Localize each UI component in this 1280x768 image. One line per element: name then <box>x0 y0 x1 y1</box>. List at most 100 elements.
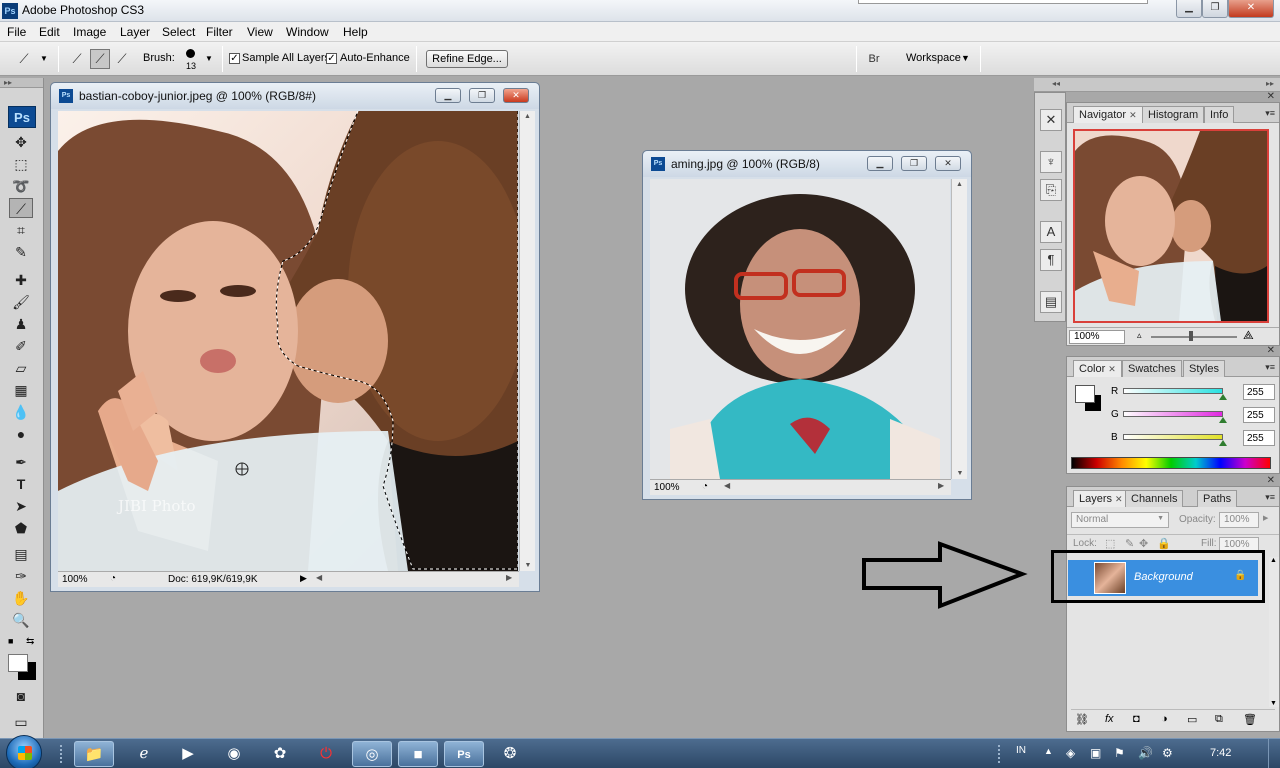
zoom-out-icon[interactable]: ▵ <box>1137 330 1142 341</box>
status-options-icon[interactable]: ◔ <box>702 481 708 492</box>
tool-preset-dropdown-arrow-icon[interactable]: ▼ <box>40 54 48 63</box>
red-channel-value[interactable]: 255 <box>1243 384 1275 400</box>
hand-tool-icon[interactable]: ✋ <box>9 588 33 608</box>
tools-panel-grip[interactable]: ▸▸ <box>0 78 43 88</box>
layer-style-icon[interactable]: fx <box>1105 713 1114 725</box>
expand-dock-icon[interactable]: ▸▸ <box>1266 79 1274 88</box>
clone-stamp-tool-icon[interactable]: ♟ <box>9 314 33 334</box>
pen-tool-icon[interactable]: ✒ <box>9 452 33 472</box>
explorer-taskbar-button[interactable]: 📁 <box>74 741 114 767</box>
tab-styles[interactable]: Styles <box>1183 360 1225 377</box>
add-to-selection-mode-icon[interactable]: ⟋ <box>90 49 110 69</box>
red-channel-slider[interactable] <box>1123 388 1223 394</box>
shape-tool-icon[interactable]: ⬟ <box>9 518 33 538</box>
lock-transparency-icon[interactable]: ⬚ <box>1105 537 1115 550</box>
document-maximize-button[interactable]: ❐ <box>469 88 495 103</box>
document-canvas[interactable] <box>650 179 950 479</box>
tab-channels[interactable]: Channels <box>1125 490 1184 507</box>
power-app-taskbar-button[interactable]: ⏻ <box>306 741 346 767</box>
collapse-dock-icon[interactable]: ◂◂ <box>1052 79 1060 88</box>
document-maximize-button[interactable]: ❐ <box>901 156 927 171</box>
sample-all-layers-checkbox[interactable]: ✓ <box>229 53 240 64</box>
link-layers-icon[interactable]: ⛓ <box>1075 713 1089 726</box>
document-vertical-scrollbar[interactable]: ▲ ▼ <box>519 111 535 571</box>
layer-comps-icon[interactable]: ▤ <box>1040 291 1062 313</box>
menu-filter[interactable]: Filter <box>206 25 233 39</box>
quick-mask-mode-icon[interactable]: ◙ <box>9 686 33 706</box>
panel-close-icon[interactable]: ✕ <box>1267 345 1275 356</box>
swap-colors-icon[interactable]: ⇆ <box>26 636 34 647</box>
panel-close-icon[interactable]: ✕ <box>1267 475 1275 486</box>
menu-file[interactable]: File <box>7 25 26 39</box>
tab-navigator[interactable]: Navigator ✕ <box>1073 106 1143 123</box>
device-tray-icon[interactable]: ⚙ <box>1162 746 1173 760</box>
type-tool-icon[interactable]: T <box>9 474 33 494</box>
history-brush-tool-icon[interactable]: ✐ <box>9 336 33 356</box>
blend-mode-select[interactable]: Normal ▼ <box>1071 512 1169 528</box>
slice-tool-icon[interactable]: ✎ <box>9 242 33 262</box>
quick-selection-tool-icon[interactable]: ⟋ <box>9 198 33 218</box>
navigator-zoom-field[interactable]: 100% <box>1069 330 1125 344</box>
color-spectrum-ramp[interactable] <box>1071 457 1271 469</box>
lock-position-icon[interactable]: ✥ <box>1139 537 1148 550</box>
new-selection-mode-icon[interactable]: ⟋ <box>67 49 87 69</box>
adjustment-layer-icon[interactable]: ◑ <box>1161 713 1168 725</box>
lock-all-icon[interactable]: 🔒 <box>1157 537 1171 550</box>
chrome-taskbar-button[interactable]: ◎ <box>352 741 392 767</box>
navigator-thumbnail[interactable] <box>1073 129 1269 323</box>
horizontal-scroll-right-icon[interactable]: ▶ <box>938 481 944 490</box>
brush-tool-icon[interactable]: 🖌 <box>9 292 33 312</box>
minimize-window-button[interactable]: ▁ <box>1176 0 1202 18</box>
taskbar-grip[interactable] <box>60 745 66 763</box>
new-layer-icon[interactable]: ⧉ <box>1215 713 1223 726</box>
eyedropper-tool-icon[interactable]: ✑ <box>9 566 33 586</box>
tab-swatches[interactable]: Swatches <box>1122 360 1182 377</box>
auto-enhance-checkbox[interactable]: ✓ <box>326 53 337 64</box>
dock-header[interactable]: ◂◂ ▸▸ <box>1034 78 1280 92</box>
new-group-icon[interactable]: ▭ <box>1187 713 1197 726</box>
zoom-slider-handle[interactable] <box>1189 331 1193 341</box>
document-zoom-level[interactable]: 100% <box>654 482 680 493</box>
notes-tool-icon[interactable]: ▤ <box>9 544 33 564</box>
app-taskbar-button-yellow[interactable]: ✿ <box>260 741 300 767</box>
security-tray-icon[interactable]: ◈ <box>1066 746 1075 760</box>
menu-layer[interactable]: Layer <box>120 25 150 39</box>
panel-menu-icon[interactable]: ▾≡ <box>1265 492 1275 503</box>
horizontal-scroll-left-icon[interactable]: ◀ <box>724 481 730 490</box>
workspace-menu[interactable]: Workspace <box>906 52 961 64</box>
internet-explorer-taskbar-button[interactable]: ℯ <box>124 741 164 767</box>
green-channel-value[interactable]: 255 <box>1243 407 1275 423</box>
tab-paths[interactable]: Paths <box>1197 490 1238 507</box>
layers-scrollbar[interactable]: ▲ ▼ <box>1269 557 1279 707</box>
screen-mode-icon[interactable]: ▭ <box>9 712 33 732</box>
action-center-tray-icon[interactable]: ⚑ <box>1114 746 1125 760</box>
show-desktop-button[interactable] <box>1268 739 1280 768</box>
healing-brush-tool-icon[interactable]: ✚ <box>9 270 33 290</box>
path-selection-tool-icon[interactable]: ➤ <box>9 496 33 516</box>
document-vertical-scrollbar[interactable]: ▲ ▼ <box>951 179 967 479</box>
zoom-in-icon[interactable]: ⟁ <box>1243 328 1254 343</box>
dodge-tool-icon[interactable]: ● <box>9 424 33 444</box>
horizontal-scroll-right-icon[interactable]: ▶ <box>506 573 512 582</box>
green-channel-slider[interactable] <box>1123 411 1223 417</box>
character-icon[interactable]: A <box>1040 221 1062 243</box>
brushes-icon[interactable]: ♆ <box>1040 151 1062 173</box>
tab-layers[interactable]: Layers ✕ <box>1073 490 1129 507</box>
document-window-aming[interactable]: Ps aming.jpg @ 100% (RGB/8) ▁ ❐ ✕ ▲ ▼ 100… <box>642 150 972 500</box>
marquee-tool-icon[interactable]: ⬚ <box>9 154 33 174</box>
eraser-tool-icon[interactable]: ▱ <box>9 358 33 378</box>
start-button[interactable] <box>6 735 42 768</box>
opacity-field[interactable]: 100% <box>1219 512 1259 528</box>
horizontal-scroll-left-icon[interactable]: ◀ <box>316 573 322 582</box>
blue-channel-thumb[interactable] <box>1219 440 1227 446</box>
delete-layer-icon[interactable]: 🗑 <box>1243 713 1257 726</box>
tab-close-icon[interactable]: ✕ <box>1115 494 1123 504</box>
tool-presets-icon[interactable]: ✕ <box>1040 109 1062 131</box>
lasso-tool-icon[interactable]: ➰ <box>9 176 33 196</box>
gradient-tool-icon[interactable]: ▦ <box>9 380 33 400</box>
tab-histogram[interactable]: Histogram <box>1142 106 1205 123</box>
document-close-button[interactable]: ✕ <box>503 88 529 103</box>
scroll-up-icon[interactable]: ▲ <box>1270 557 1277 564</box>
tab-close-icon[interactable]: ✕ <box>1129 110 1137 120</box>
menu-select[interactable]: Select <box>162 25 195 39</box>
